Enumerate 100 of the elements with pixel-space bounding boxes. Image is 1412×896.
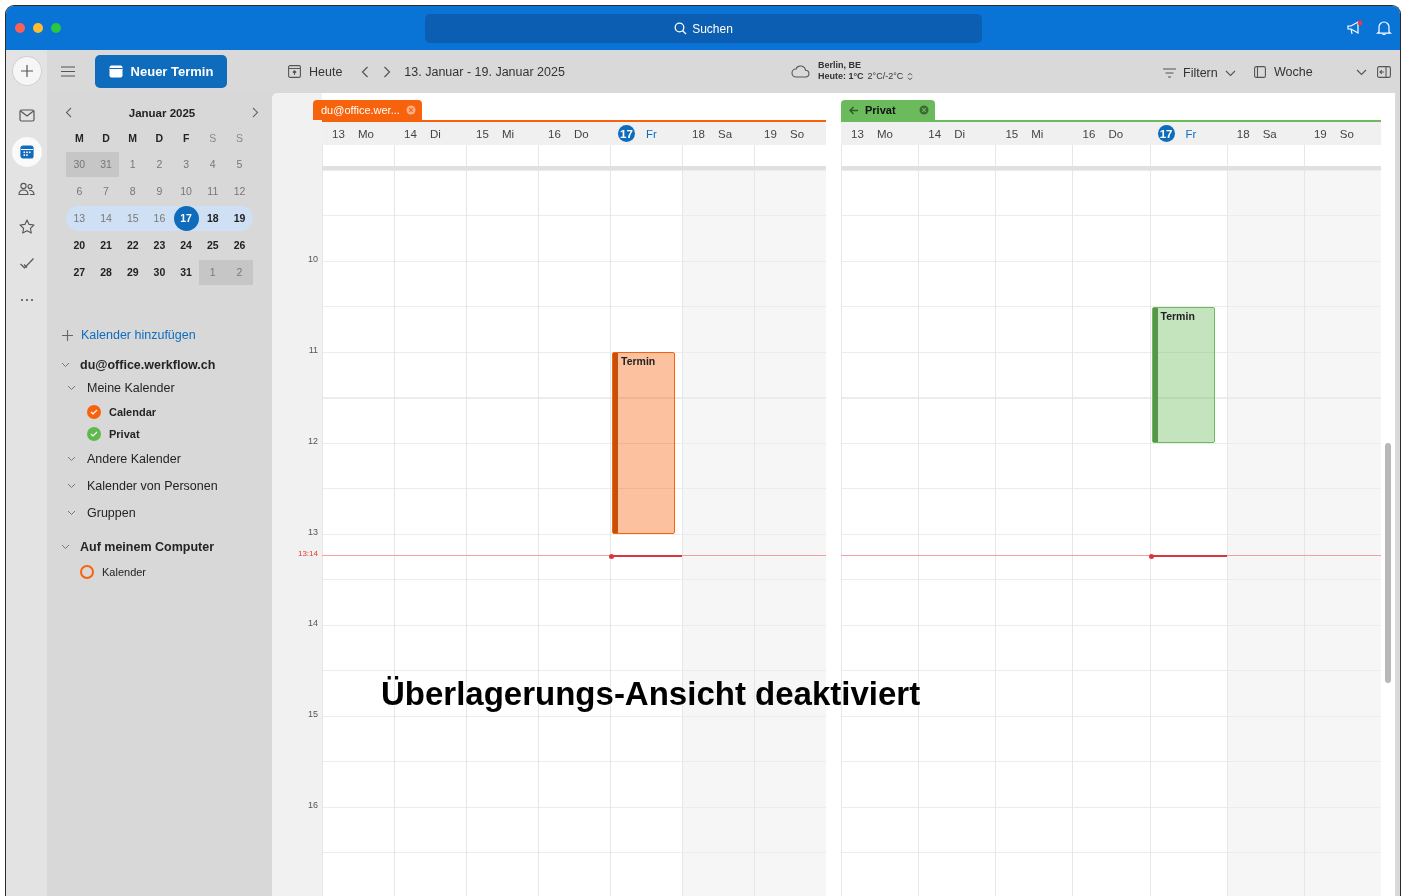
next-month-button[interactable] bbox=[252, 107, 259, 118]
day-header[interactable]: 15 Mi bbox=[466, 122, 538, 145]
calendar-icon bbox=[19, 145, 34, 159]
search-field[interactable]: Suchen bbox=[425, 14, 982, 43]
overlay-caption: Überlagerungs-Ansicht deaktiviert bbox=[381, 675, 921, 713]
filter-icon bbox=[1163, 68, 1176, 78]
date-cell[interactable]: 21 bbox=[92, 233, 120, 258]
close-icon[interactable] bbox=[919, 105, 929, 115]
filter-button[interactable]: Filtern bbox=[1163, 66, 1236, 80]
date-cell[interactable]: 13 bbox=[66, 206, 93, 231]
group-name: Kalender von Personen bbox=[87, 478, 218, 493]
day-header[interactable]: 17 Fr bbox=[610, 122, 682, 145]
calendar-tab[interactable]: Privat bbox=[841, 100, 935, 120]
calendar-item[interactable]: Calendar bbox=[61, 401, 262, 423]
account-header[interactable]: du@office.werkflow.ch bbox=[61, 356, 262, 374]
new-event-button[interactable]: Neuer Termin bbox=[95, 55, 227, 88]
hour-label: 13 bbox=[308, 527, 318, 537]
event-block[interactable]: Termin bbox=[612, 352, 675, 534]
date-cell[interactable]: 17 bbox=[173, 206, 199, 231]
calendar-group[interactable]: Kalender von Personen bbox=[61, 472, 262, 499]
date-cell[interactable]: 24 bbox=[172, 233, 200, 258]
calendar-name: Kalender bbox=[102, 566, 147, 578]
account-name: du@office.werkflow.ch bbox=[80, 358, 216, 372]
next-week-button[interactable] bbox=[383, 65, 392, 78]
weekday-label: D bbox=[154, 131, 165, 144]
account-name: Auf meinem Computer bbox=[80, 540, 215, 554]
hour-label: 16 bbox=[308, 800, 318, 810]
bell-icon[interactable] bbox=[1376, 20, 1392, 36]
hour-label: 11 bbox=[308, 345, 318, 355]
calendar-today-icon bbox=[288, 65, 301, 78]
calendar-item[interactable]: Privat bbox=[61, 423, 262, 445]
day-header[interactable]: 15 Mi bbox=[995, 122, 1073, 145]
weekday-label: F bbox=[181, 131, 191, 144]
view-dropdown[interactable]: Woche bbox=[1254, 65, 1367, 79]
account-header[interactable]: Auf meinem Computer bbox=[61, 538, 262, 556]
close-icon[interactable] bbox=[406, 105, 416, 115]
color-checkbox[interactable] bbox=[87, 405, 101, 419]
chevron-down-icon bbox=[1224, 69, 1236, 77]
date-cell[interactable]: 26 bbox=[226, 233, 253, 258]
previous-week-button[interactable] bbox=[361, 65, 370, 78]
day-header[interactable]: 13 Mo bbox=[322, 122, 394, 145]
day-header[interactable]: 13 Mo bbox=[841, 122, 919, 145]
date-cell[interactable]: 19 bbox=[226, 206, 253, 231]
add-calendar-link[interactable]: Kalender hinzufügen bbox=[61, 326, 262, 344]
day-header[interactable]: 14 Di bbox=[918, 122, 996, 145]
date-cell[interactable]: 27 bbox=[66, 260, 93, 285]
day-header[interactable]: 16 Do bbox=[538, 122, 610, 145]
day-header[interactable]: 19 So bbox=[754, 122, 826, 145]
cloud-icon bbox=[791, 64, 810, 78]
hour-label: 12 bbox=[308, 436, 318, 446]
date-cell[interactable]: 29 bbox=[119, 260, 147, 285]
weekday-label: S bbox=[234, 131, 244, 144]
date-cell[interactable]: 28 bbox=[92, 260, 120, 285]
menu-icon[interactable] bbox=[61, 66, 75, 77]
today-button[interactable]: Heute bbox=[288, 64, 343, 79]
megaphone-icon[interactable] bbox=[1346, 20, 1364, 36]
date-cell[interactable]: 15 bbox=[119, 206, 147, 231]
zoom-window-button[interactable] bbox=[51, 23, 61, 33]
add-button[interactable] bbox=[12, 57, 41, 85]
date-cell[interactable]: 31 bbox=[172, 260, 200, 285]
scrollbar-thumb[interactable] bbox=[1385, 443, 1391, 683]
calendar-name: Privat bbox=[109, 428, 140, 440]
date-cell[interactable]: 22 bbox=[119, 233, 147, 258]
calendar-item[interactable]: Kalender bbox=[61, 561, 262, 583]
date-cell[interactable]: 14 bbox=[92, 206, 120, 231]
date-cell[interactable]: 23 bbox=[146, 233, 173, 258]
date-cell[interactable]: 25 bbox=[199, 233, 227, 258]
back-arrow-icon[interactable] bbox=[849, 105, 859, 115]
color-checkbox[interactable] bbox=[87, 427, 101, 441]
day-header[interactable]: 19 So bbox=[1303, 122, 1381, 145]
sort-icon[interactable] bbox=[907, 72, 914, 81]
date-cell[interactable]: 16 bbox=[146, 206, 173, 231]
event-block[interactable]: Termin bbox=[1151, 306, 1215, 443]
calendar-group[interactable]: Andere Kalender bbox=[61, 445, 262, 472]
calendar-name: Calendar bbox=[109, 406, 157, 418]
hour-label: 15 bbox=[308, 709, 318, 719]
color-checkbox[interactable] bbox=[80, 565, 94, 579]
calendar-group[interactable]: Gruppen bbox=[61, 499, 262, 526]
day-header[interactable]: 17 Fr bbox=[1149, 122, 1227, 145]
calendar-nav-button[interactable] bbox=[11, 137, 42, 167]
date-cell[interactable]: 18 bbox=[199, 206, 227, 231]
weekday-label: D bbox=[101, 131, 111, 144]
calendar-group[interactable]: Meine Kalender bbox=[61, 374, 262, 401]
day-header[interactable]: 18 Sa bbox=[1226, 122, 1304, 145]
star-icon bbox=[18, 218, 35, 234]
day-header[interactable]: 14 Di bbox=[394, 122, 466, 145]
date-cell[interactable]: 20 bbox=[66, 233, 93, 258]
add-calendar-label: Kalender hinzufügen bbox=[81, 328, 196, 342]
day-header[interactable]: 18 Sa bbox=[682, 122, 754, 145]
month-title: Januar 2025 bbox=[128, 106, 196, 119]
people-icon bbox=[18, 182, 35, 196]
previous-month-button[interactable] bbox=[65, 107, 72, 118]
weather-today: Heute: 1°C bbox=[818, 71, 864, 82]
day-header[interactable]: 16 Do bbox=[1072, 122, 1150, 145]
group-name: Gruppen bbox=[87, 505, 136, 520]
weather-location: Berlin, BE bbox=[818, 60, 862, 71]
date-cell[interactable]: 30 bbox=[146, 260, 173, 285]
minimize-window-button[interactable] bbox=[33, 23, 43, 33]
side-panel-icon[interactable] bbox=[1377, 66, 1391, 78]
checkmark-icon bbox=[90, 431, 98, 437]
